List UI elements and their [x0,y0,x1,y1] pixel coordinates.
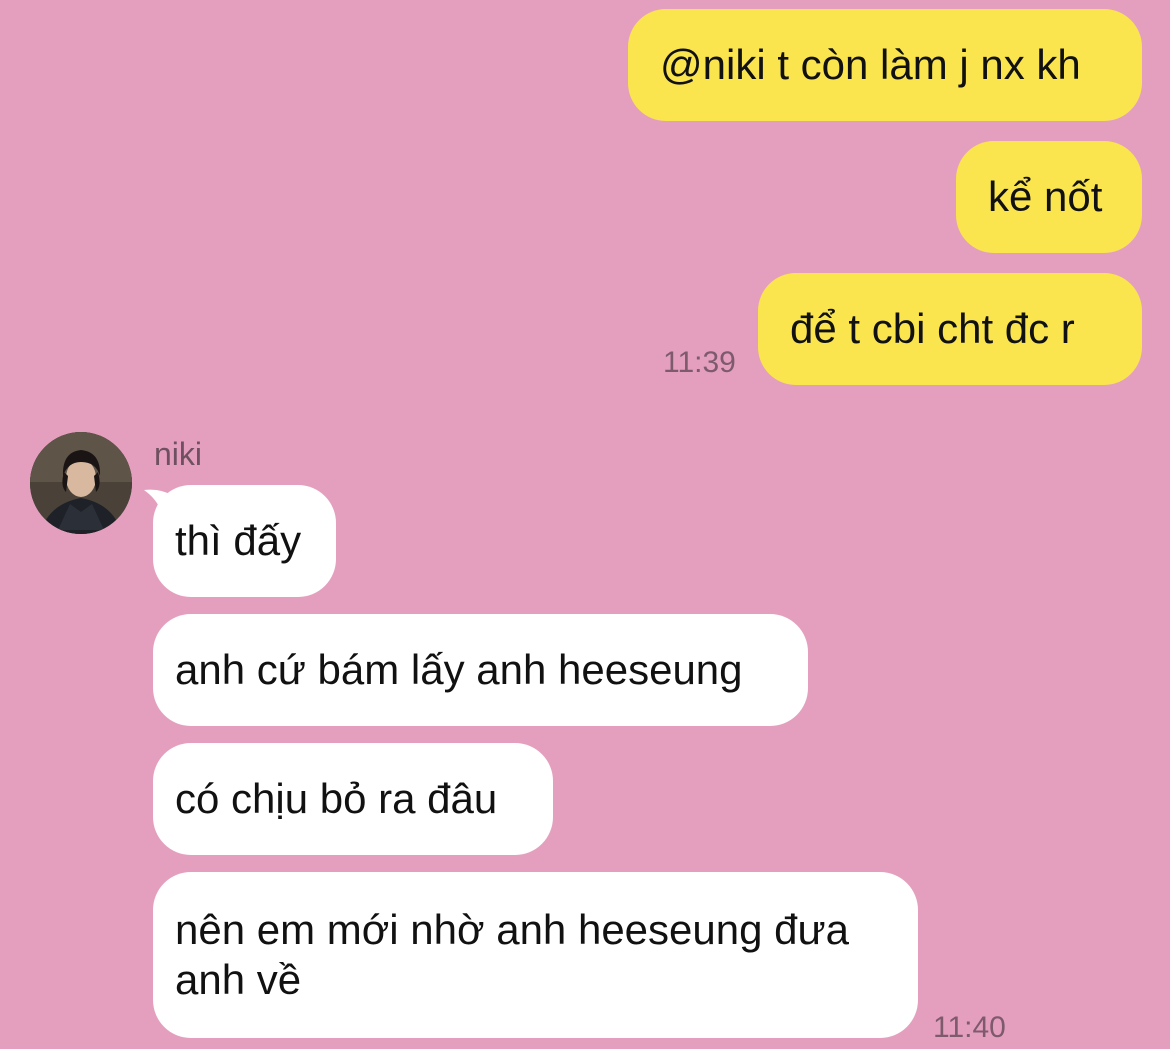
sent-message[interactable]: để t cbi cht đc r [758,273,1142,385]
chat-conversation: @niki t còn làm j nx kh kể nốt để t cbi … [0,0,1170,1049]
message-text: thì đấy [175,517,302,564]
message-text: kể nốt [988,173,1103,220]
contact-avatar[interactable] [30,432,132,534]
received-message[interactable]: nên em mới nhờ anh heeseung đưa anh về [153,872,918,1038]
message-text-line: nên em mới nhờ anh heeseung đưa [175,906,849,953]
message-text: @niki t còn làm j nx kh [660,41,1081,88]
sent-timestamp: 11:39 [663,346,736,379]
received-timestamp: 11:40 [933,1011,1006,1044]
sent-message[interactable]: @niki t còn làm j nx kh [628,9,1142,121]
received-message[interactable]: thì đấy [153,485,336,597]
message-text-line: anh về [175,956,302,1003]
sender-name: niki [154,436,203,472]
message-text: có chịu bỏ ra đâu [175,775,498,822]
message-text: anh cứ bám lấy anh heeseung [175,646,743,693]
received-message[interactable]: anh cứ bám lấy anh heeseung [153,614,808,726]
user-avatar-photo-icon [30,432,132,534]
message-text: để t cbi cht đc r [790,305,1075,352]
received-message[interactable]: có chịu bỏ ra đâu [153,743,553,855]
sent-message[interactable]: kể nốt [956,141,1142,253]
